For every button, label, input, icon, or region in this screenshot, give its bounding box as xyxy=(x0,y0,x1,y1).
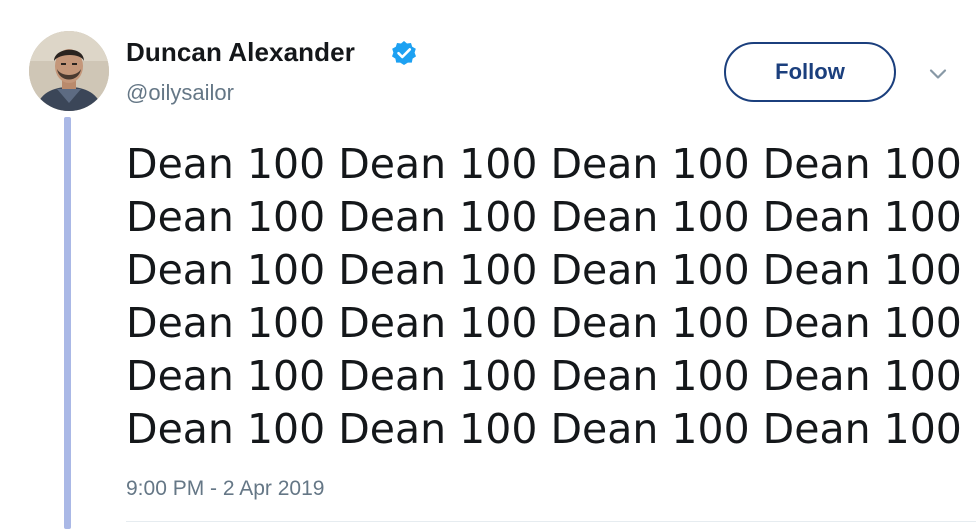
divider xyxy=(126,521,976,522)
tweet-text-line: Dean 100 Dean 100 Dean 100 Dean 100 xyxy=(126,140,962,188)
tweet-text-line: Dean 100 Dean 100 Dean 100 Dean 100 xyxy=(126,299,962,347)
tweet-text-line: Dean 100 Dean 100 Dean 100 Dean 100 xyxy=(126,352,962,400)
tweet-text-line: Dean 100 Dean 100 Dean 100 Dean 100 xyxy=(126,246,962,294)
thread-line xyxy=(64,117,71,529)
verified-badge-icon xyxy=(392,41,416,65)
tweet-timestamp[interactable]: 9:00 PM - 2 Apr 2019 xyxy=(126,477,324,501)
chevron-down-icon[interactable] xyxy=(926,62,950,86)
avatar[interactable] xyxy=(29,31,109,111)
display-name[interactable]: Duncan Alexander xyxy=(126,37,355,68)
user-handle[interactable]: @oilysailor xyxy=(126,80,234,106)
follow-button[interactable]: Follow xyxy=(724,42,896,102)
tweet-text: Dean 100 Dean 100 Dean 100 Dean 100 Dean… xyxy=(126,138,962,456)
tweet-text-line: Dean 100 Dean 100 Dean 100 Dean 100 xyxy=(126,193,962,241)
avatar-photo xyxy=(29,31,109,111)
tweet-card: Duncan Alexander @oilysailor Follow Dean… xyxy=(0,0,976,529)
tweet-text-line: Dean 100 Dean 100 Dean 100 Dean 100 xyxy=(126,405,962,453)
